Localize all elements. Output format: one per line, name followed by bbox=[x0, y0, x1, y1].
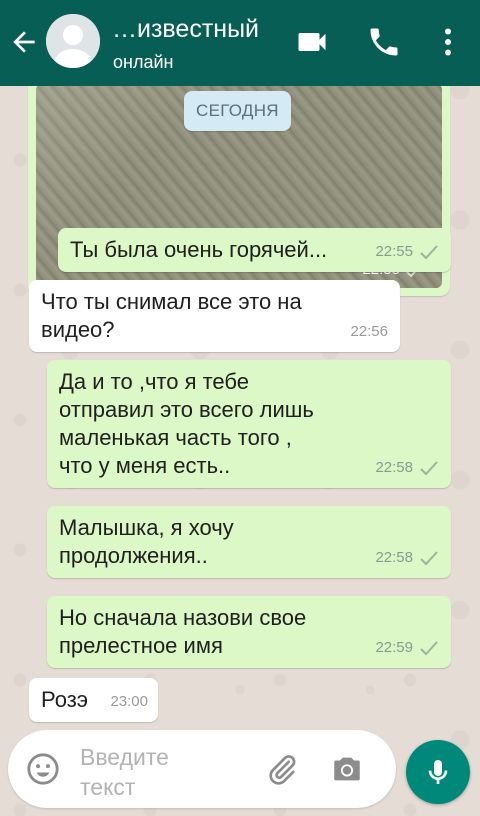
contact-status: онлайн bbox=[113, 52, 174, 72]
message-time: 22:55 bbox=[375, 243, 413, 260]
message-outgoing[interactable]: Ты была очень горячей... 22:55 bbox=[58, 228, 451, 272]
message-meta: 22:59 bbox=[375, 634, 439, 662]
microphone-icon[interactable] bbox=[406, 740, 470, 804]
message-meta: 22:55 bbox=[375, 238, 439, 266]
message-outgoing[interactable]: Но сначала назови свое прелестное имя 22… bbox=[47, 596, 451, 668]
message-meta: 22:56 bbox=[350, 318, 388, 346]
message-time: 23:00 bbox=[110, 693, 148, 710]
message-input[interactable]: Введите текст bbox=[80, 742, 230, 802]
message-incoming[interactable]: Что ты снимал все это на видео? 22:56 bbox=[29, 280, 400, 352]
check-icon bbox=[420, 461, 438, 476]
message-time: 22:59 bbox=[375, 639, 413, 656]
arrow-back-icon[interactable] bbox=[8, 26, 40, 58]
chat-header: …известный онлайн bbox=[0, 0, 480, 86]
contact-avatar[interactable] bbox=[46, 14, 100, 68]
emoji-icon[interactable] bbox=[26, 752, 60, 786]
message-composer: Введите текст bbox=[8, 730, 396, 808]
default-avatar-icon bbox=[46, 14, 100, 68]
message-text: Малышка, я хочу продолжения.. bbox=[59, 515, 234, 568]
date-divider: СЕГОДНЯ bbox=[184, 91, 291, 131]
message-time: 22:58 bbox=[375, 549, 413, 566]
message-text: Да и то ,что я тебе отправил это всего л… bbox=[59, 369, 314, 478]
message-text: Что ты снимал все это на видео? bbox=[41, 289, 302, 342]
contact-name[interactable]: …известный bbox=[112, 15, 259, 44]
camera-icon[interactable] bbox=[330, 752, 364, 786]
message-text: Розэ bbox=[41, 687, 89, 712]
more-vertical-icon[interactable] bbox=[430, 24, 466, 60]
message-list[interactable]: 22:55 СЕГОДНЯ Ты была очень горячей... 2… bbox=[0, 76, 480, 726]
message-text: Но сначала назови свое прелестное имя bbox=[59, 605, 307, 658]
phone-icon[interactable] bbox=[366, 24, 402, 60]
check-icon bbox=[420, 641, 438, 656]
check-icon bbox=[420, 551, 438, 566]
message-incoming[interactable]: Розэ 23:00 bbox=[29, 678, 158, 722]
message-time: 22:56 bbox=[350, 323, 388, 340]
check-icon bbox=[420, 245, 438, 260]
message-meta: 22:58 bbox=[375, 544, 439, 572]
video-call-icon[interactable] bbox=[294, 24, 330, 60]
message-meta: 23:00 bbox=[110, 688, 148, 716]
paperclip-icon[interactable] bbox=[264, 752, 300, 788]
message-outgoing[interactable]: Малышка, я хочу продолжения.. 22:58 bbox=[47, 506, 451, 578]
message-outgoing[interactable]: Да и то ,что я тебе отправил это всего л… bbox=[47, 360, 451, 488]
message-time: 22:58 bbox=[375, 459, 413, 476]
message-text: Ты была очень горячей... bbox=[70, 237, 328, 262]
message-meta: 22:58 bbox=[375, 454, 439, 482]
